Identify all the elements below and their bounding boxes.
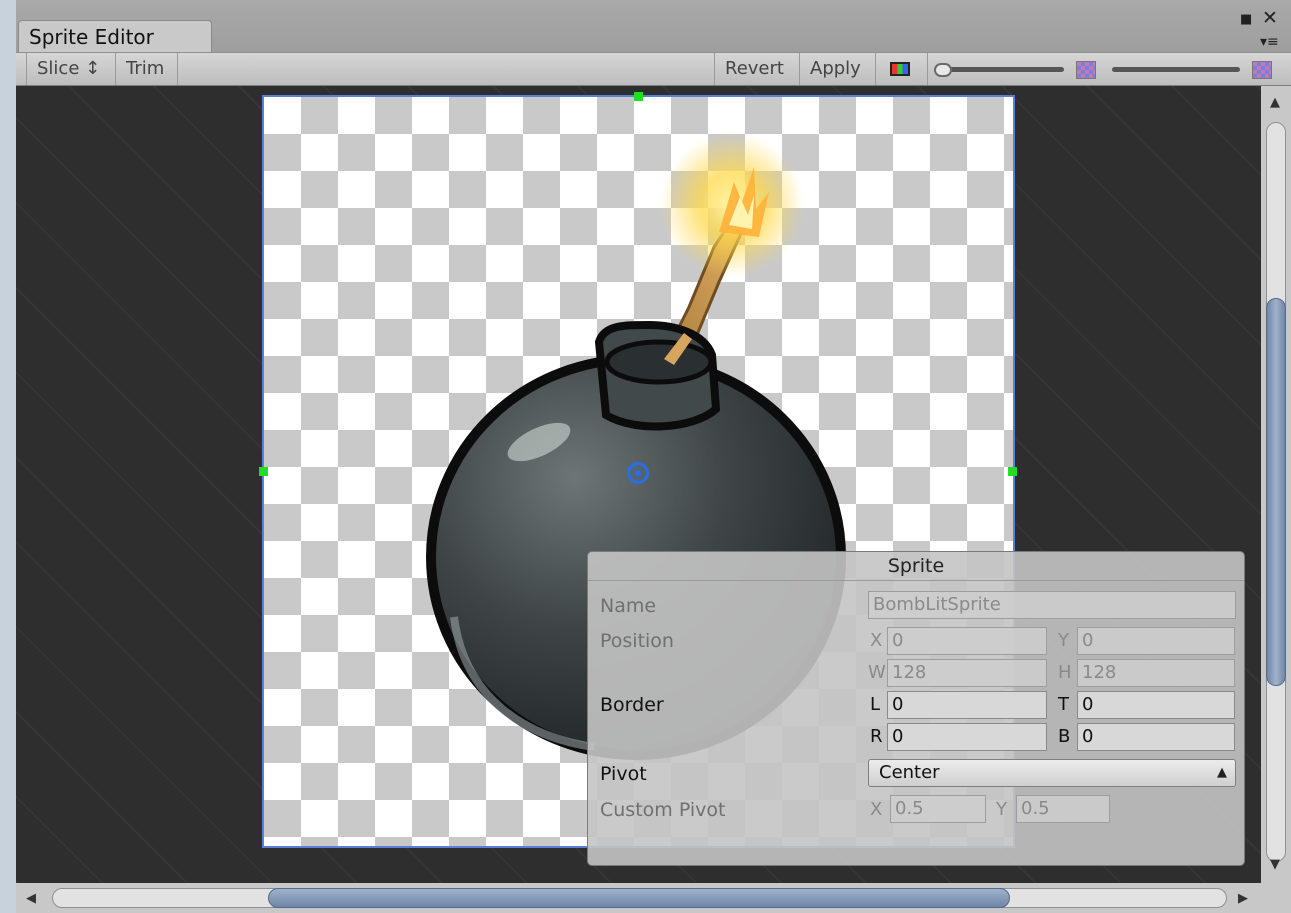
zoom-texture-icon <box>1252 61 1272 79</box>
name-field[interactable]: BombLitSprite <box>868 591 1236 619</box>
trim-button[interactable]: Trim <box>116 53 178 85</box>
maximize-icon[interactable]: ■ <box>1240 12 1252 28</box>
pos-y-label: Y <box>1058 630 1069 651</box>
toolbar: Slice ↕ Trim Revert Apply <box>16 52 1291 86</box>
mip-slider-track[interactable] <box>938 67 1064 72</box>
border-l-field[interactable]: 0 <box>887 691 1047 719</box>
zoom-slider-track[interactable] <box>1112 67 1240 72</box>
scroll-down-icon[interactable]: ▼ <box>1270 858 1280 871</box>
pivot-icon[interactable] <box>627 462 649 484</box>
pos-y-field[interactable]: 0 <box>1077 627 1235 655</box>
horizontal-scroll-thumb[interactable] <box>268 888 1010 908</box>
width-field[interactable]: 128 <box>887 659 1047 687</box>
rgb-channels-icon <box>890 62 910 76</box>
vertical-scrollbar[interactable]: ▲ ▼ <box>1261 86 1291 883</box>
pivot-label: Pivot <box>600 763 647 785</box>
name-label: Name <box>600 595 657 617</box>
custom-pivot-x-label: X <box>870 799 883 820</box>
scroll-right-icon[interactable]: ▶ <box>1238 892 1248 905</box>
height-label: H <box>1058 662 1072 683</box>
horizontal-scrollbar[interactable]: ◀ ▶ <box>16 883 1261 913</box>
alpha-texture-icon <box>1076 61 1096 79</box>
top-handle[interactable] <box>634 92 643 101</box>
apply-button[interactable]: Apply <box>800 53 876 85</box>
border-t-label: T <box>1058 694 1069 715</box>
custom-pivot-label: Custom Pivot <box>600 799 726 821</box>
pos-x-label: X <box>870 630 883 651</box>
vertical-scroll-thumb[interactable] <box>1266 298 1286 686</box>
chevron-updown-icon: ▲ <box>1217 765 1227 780</box>
sprite-panel-title: Sprite <box>588 552 1244 581</box>
scroll-corner <box>1261 883 1291 913</box>
right-handle[interactable] <box>1008 467 1017 476</box>
border-r-label: R <box>870 726 883 747</box>
custom-pivot-y-label: Y <box>996 799 1007 820</box>
revert-button[interactable]: Revert <box>714 53 800 85</box>
left-handle[interactable] <box>259 467 268 476</box>
tab-bar: Sprite Editor ■ ✕ ▾≡ <box>16 0 1291 52</box>
width-label: W <box>868 662 886 683</box>
custom-pivot-x-field[interactable]: 0.5 <box>890 795 986 823</box>
border-b-label: B <box>1058 726 1071 747</box>
scroll-up-icon[interactable]: ▲ <box>1270 96 1280 109</box>
border-t-field[interactable]: 0 <box>1077 691 1235 719</box>
border-r-field[interactable]: 0 <box>887 723 1047 751</box>
scroll-left-icon[interactable]: ◀ <box>26 892 36 905</box>
tab-sprite-editor[interactable]: Sprite Editor <box>18 20 212 52</box>
height-field[interactable]: 128 <box>1077 659 1235 687</box>
border-l-label: L <box>870 694 881 715</box>
pivot-dropdown-value: Center <box>879 762 940 783</box>
sprite-canvas[interactable]: Sprite Name BombLitSprite Position X 0 Y… <box>16 86 1261 883</box>
mip-slider-knob[interactable] <box>934 63 952 77</box>
border-label: Border <box>600 694 664 716</box>
slice-button[interactable]: Slice ↕ <box>26 53 116 85</box>
pos-x-field[interactable]: 0 <box>887 627 1047 655</box>
color-channels-button[interactable] <box>876 53 928 85</box>
sprite-panel: Sprite Name BombLitSprite Position X 0 Y… <box>587 551 1245 866</box>
pivot-dropdown[interactable]: Center ▲ <box>868 759 1236 787</box>
close-icon[interactable]: ✕ <box>1262 9 1278 28</box>
panel-menu-icon[interactable]: ▾≡ <box>1260 34 1279 50</box>
sprite-editor-window: Sprite Editor ■ ✕ ▾≡ Slice ↕ Trim Revert… <box>16 0 1291 913</box>
custom-pivot-y-field[interactable]: 0.5 <box>1016 795 1110 823</box>
position-label: Position <box>600 630 674 652</box>
border-b-field[interactable]: 0 <box>1077 723 1235 751</box>
